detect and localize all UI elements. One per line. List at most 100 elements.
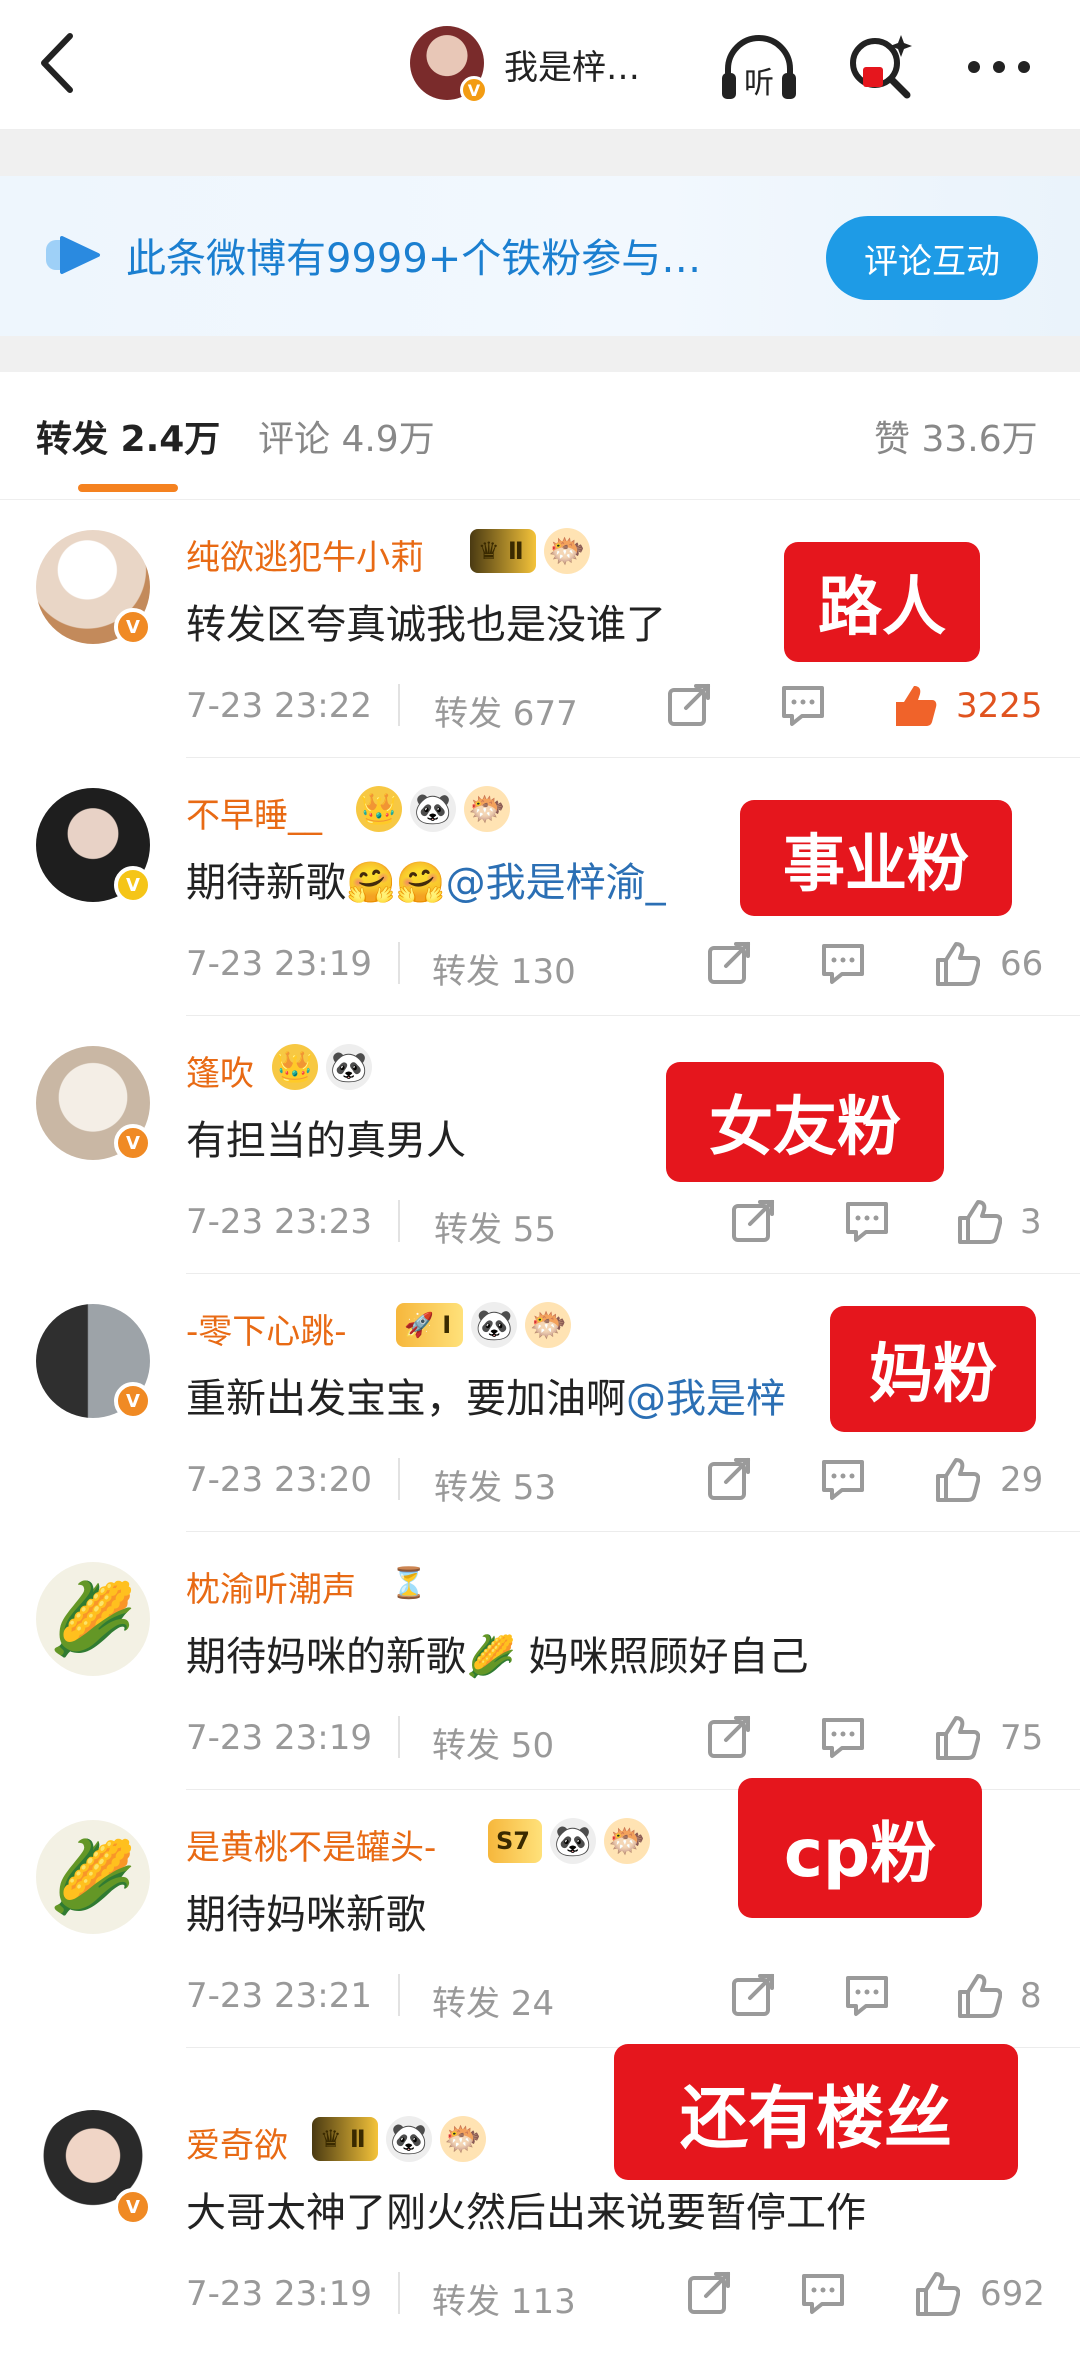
tab-like[interactable]: 赞 33.6万 [874, 410, 1038, 462]
avatar[interactable]: V [36, 1304, 152, 1420]
comment-text: 转发区夸真诚我也是没谁了 [186, 602, 666, 648]
verified-badge-icon: V [114, 866, 152, 904]
avatar[interactable]: 🌽 [36, 1562, 150, 1676]
username[interactable]: 爱奇欲 [186, 2118, 288, 2167]
avatar[interactable]: V [36, 788, 152, 904]
username[interactable]: 是黄桃不是罐头- [186, 1820, 436, 1869]
comment-icon[interactable] [844, 1972, 890, 2018]
avatar[interactable]: V [36, 2110, 152, 2226]
comment-icon[interactable] [820, 1456, 866, 1502]
share-icon[interactable] [706, 1714, 752, 1760]
like-count: 75 [1000, 1718, 1044, 1758]
username[interactable]: 篷吹 [186, 1046, 254, 1095]
comment-text: 重新出发宝宝，要加油啊@我是梓 [186, 1376, 786, 1422]
tab-repost[interactable]: 转发 2.4万 [36, 410, 220, 462]
panda-badge-icon: 🐼 [410, 786, 456, 832]
avatar[interactable]: 🌽 [36, 1820, 150, 1934]
comment-time: 7-23 23:21 [186, 1976, 372, 2016]
user-badges: 🚀 I 🐼 🐡 [396, 1300, 572, 1350]
comment-text: 期待新歌🤗🤗@我是梓渝_ [186, 860, 666, 906]
share-icon[interactable] [666, 682, 712, 728]
fish-badge-icon: 🐡 [439, 2116, 486, 2162]
crown-badge-icon: 👑 [356, 786, 402, 832]
search-button[interactable] [838, 24, 924, 110]
share-icon[interactable] [706, 940, 752, 986]
like-icon[interactable] [956, 1198, 1002, 1244]
comment-icon[interactable] [820, 940, 866, 986]
comment-icon[interactable] [844, 1198, 890, 1244]
author-avatar[interactable]: V [410, 26, 488, 104]
comment-time: 7-23 23:19 [186, 944, 372, 984]
comment-text: 大哥太神了刚火然后出来说要暂停工作 [186, 2190, 866, 2236]
more-dots-icon [968, 61, 1030, 73]
back-button[interactable] [30, 28, 90, 98]
username[interactable]: -零下心跳- [186, 1304, 347, 1353]
like-count: 3225 [956, 686, 1043, 726]
meta-divider [398, 2272, 400, 2314]
share-icon[interactable] [730, 1198, 776, 1244]
repost-count[interactable]: 转发 113 [432, 2274, 576, 2323]
like-icon[interactable] [934, 1714, 980, 1760]
mention-link[interactable]: @我是梓 [626, 1376, 786, 1422]
comment-time: 7-23 23:20 [186, 1460, 372, 1500]
share-icon[interactable] [730, 1972, 776, 2018]
like-icon[interactable] [914, 2270, 960, 2316]
fish-badge-icon: 🐡 [525, 1302, 572, 1348]
corn-icon: 🌽 [49, 1835, 137, 1918]
hourglass-badge-icon: ⏳ [390, 1565, 428, 1601]
panda-badge-icon: 🐼 [549, 1818, 596, 1864]
like-count: 66 [1000, 944, 1044, 984]
astronaut-badge-icon: 🚀 I [396, 1303, 464, 1347]
meta-divider [398, 1458, 400, 1500]
author-name[interactable]: 我是梓… [504, 40, 674, 89]
listen-label: 听 [744, 66, 774, 101]
fan-type-tag: 女友粉 [666, 1062, 944, 1182]
verified-badge-icon: V [114, 2188, 152, 2226]
repost-count[interactable]: 转发 55 [434, 1202, 556, 1251]
like-icon[interactable] [934, 940, 980, 986]
like-icon[interactable] [892, 682, 938, 728]
meta-divider [398, 1974, 400, 2016]
username[interactable]: 不早睡__ [186, 788, 322, 837]
fan-type-tag: 妈粉 [830, 1306, 1036, 1432]
repost-count[interactable]: 转发 24 [432, 1976, 554, 2025]
repost-count[interactable]: 转发 130 [432, 944, 576, 993]
comment-row[interactable]: 🌽 枕渝听潮声 ⏳ 期待妈咪的新歌🌽 妈咪照顾好自己 7-23 23:19 转发… [0, 1532, 1080, 1790]
avatar[interactable]: V [36, 530, 152, 646]
comment-interact-button[interactable]: 评论互动 [826, 216, 1038, 300]
comment-icon[interactable] [780, 682, 826, 728]
section-divider [0, 130, 1080, 176]
comment-icon[interactable] [820, 1714, 866, 1760]
share-icon[interactable] [706, 1456, 752, 1502]
like-count: 29 [1000, 1460, 1044, 1500]
listen-button[interactable]: 听 [716, 24, 802, 110]
share-icon[interactable] [686, 2270, 732, 2316]
tab-comment[interactable]: 评论 4.9万 [258, 410, 435, 462]
comment-icon[interactable] [800, 2270, 846, 2316]
username[interactable]: 枕渝听潮声 [186, 1562, 356, 1611]
repost-count[interactable]: 转发 677 [434, 686, 578, 735]
like-count: 8 [1020, 1976, 1042, 2016]
banner-text[interactable]: 此条微博有9999+个铁粉参与… [126, 226, 756, 284]
comment-text: 期待妈咪新歌 [186, 1892, 426, 1938]
repost-count[interactable]: 转发 53 [434, 1460, 556, 1509]
repost-count[interactable]: 转发 50 [432, 1718, 554, 1767]
avatar[interactable]: V [36, 1046, 152, 1162]
user-badges: ♛ Ⅱ 🐼 🐡 [312, 2114, 486, 2164]
more-button[interactable] [956, 24, 1042, 110]
user-badges: 👑 🐼 [272, 1042, 372, 1092]
comment-time: 7-23 23:22 [186, 686, 372, 726]
section-divider [0, 336, 1080, 372]
corn-icon: 🌽 [49, 1577, 137, 1660]
like-icon[interactable] [934, 1456, 980, 1502]
like-icon[interactable] [956, 1972, 1002, 2018]
level-badge-icon: S7 [488, 1819, 542, 1863]
mention-link[interactable]: @我是梓渝_ [446, 860, 666, 906]
username[interactable]: 纯欲逃犯牛小莉 [186, 530, 424, 579]
crown-badge-icon: ♛ Ⅱ [312, 2117, 378, 2161]
meta-divider [398, 1200, 400, 1242]
crown-badge-icon: ♛ Ⅱ [470, 529, 536, 573]
comment-text: 期待妈咪的新歌🌽 妈咪照顾好自己 [186, 1634, 809, 1680]
headphones-icon: 听 [722, 35, 796, 101]
fan-type-tag: 路人 [784, 542, 980, 662]
